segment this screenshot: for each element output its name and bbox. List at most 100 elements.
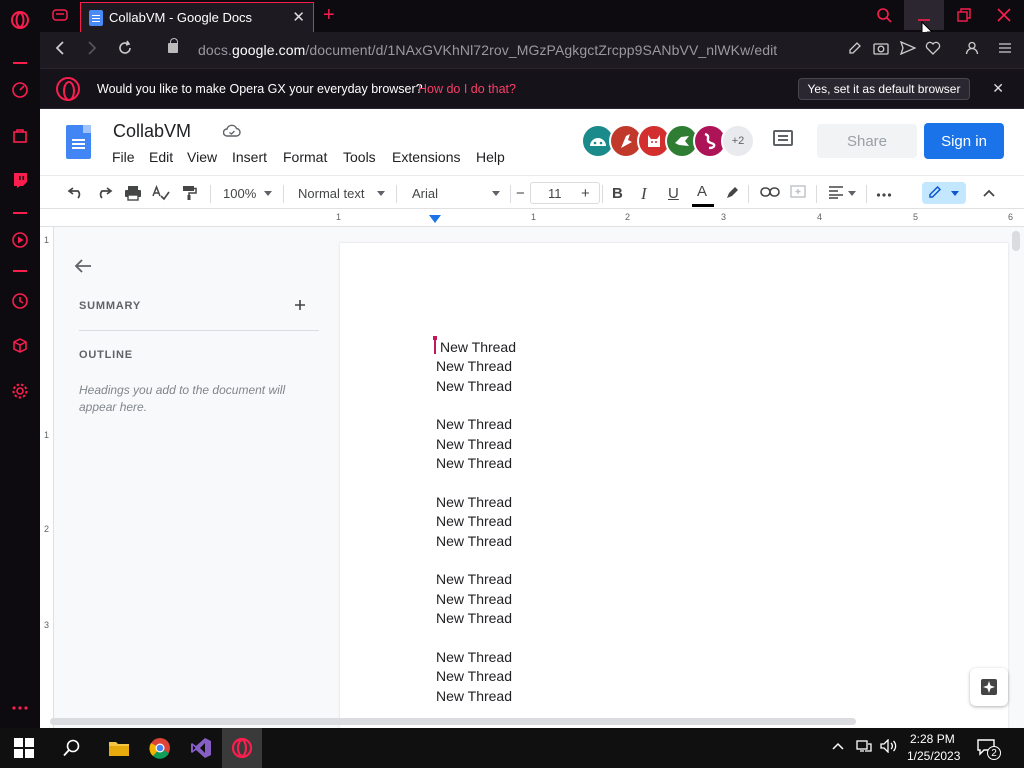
twitch-icon[interactable] bbox=[10, 170, 30, 190]
set-default-browser-button[interactable]: Yes, set it as default browser bbox=[798, 78, 970, 100]
zoom-select[interactable]: 100% bbox=[223, 186, 256, 201]
history-icon[interactable] bbox=[10, 291, 30, 311]
volume-icon[interactable] bbox=[880, 738, 898, 756]
redo-icon[interactable] bbox=[95, 185, 113, 203]
camera-icon[interactable] bbox=[873, 41, 889, 58]
font-size-value[interactable]: 11 bbox=[548, 186, 562, 201]
chrome-icon[interactable] bbox=[147, 735, 173, 761]
banner-help-link[interactable]: How do I do that? bbox=[418, 82, 516, 96]
share-button[interactable]: Share bbox=[817, 124, 917, 158]
more-options-icon[interactable] bbox=[10, 698, 30, 718]
undo-icon[interactable] bbox=[67, 185, 85, 203]
easy-setup-menu-icon[interactable] bbox=[998, 41, 1012, 58]
windows-start-icon[interactable] bbox=[11, 735, 37, 761]
document-title[interactable]: CollabVM bbox=[113, 121, 191, 142]
horizontal-ruler[interactable]: 1 1 2 3 4 5 6 bbox=[40, 210, 1024, 227]
search-icon[interactable] bbox=[59, 735, 85, 761]
menu-edit[interactable]: Edit bbox=[149, 149, 173, 165]
toolbar-divider bbox=[210, 185, 211, 203]
text-color-button[interactable]: A bbox=[697, 183, 707, 200]
clock-time[interactable]: 2:28 PM bbox=[910, 732, 955, 746]
print-icon[interactable] bbox=[124, 185, 142, 205]
back-button[interactable] bbox=[50, 40, 70, 60]
opera-gx-taskbar-icon[interactable] bbox=[229, 735, 255, 761]
document-line: New Thread bbox=[436, 668, 513, 684]
style-dropdown-icon[interactable] bbox=[377, 191, 385, 196]
sidebar-divider bbox=[13, 270, 27, 272]
tab-close-icon[interactable]: ✕ bbox=[292, 8, 305, 26]
spellcheck-icon[interactable] bbox=[152, 184, 170, 205]
search-tabs-icon[interactable] bbox=[864, 0, 904, 30]
bold-button[interactable]: B bbox=[612, 185, 623, 202]
outline-empty-hint: Headings you add to the document will ap… bbox=[79, 383, 286, 414]
reload-button[interactable] bbox=[115, 40, 135, 61]
menu-format[interactable]: Format bbox=[283, 149, 327, 165]
file-explorer-icon[interactable] bbox=[106, 735, 132, 761]
url-text[interactable]: docs.google.com/document/d/1NAxGVKhNl72r… bbox=[198, 42, 777, 58]
tab-island-icon[interactable] bbox=[52, 8, 68, 27]
vertical-scrollbar[interactable] bbox=[1012, 231, 1020, 251]
close-window-button[interactable] bbox=[984, 0, 1024, 30]
vertical-ruler[interactable]: 1 1 2 3 bbox=[40, 227, 54, 728]
visual-studio-icon[interactable] bbox=[188, 735, 214, 761]
clock-date[interactable]: 1/25/2023 bbox=[907, 749, 960, 763]
comment-history-icon[interactable] bbox=[773, 130, 793, 146]
forward-button[interactable] bbox=[82, 40, 102, 60]
restore-button[interactable] bbox=[944, 0, 984, 30]
decrease-font-size-button[interactable]: − bbox=[516, 185, 525, 202]
lock-icon[interactable] bbox=[168, 38, 178, 53]
outline-heading: OUTLINE bbox=[79, 349, 133, 361]
close-outline-arrow-icon[interactable] bbox=[74, 257, 92, 280]
add-comment-icon[interactable] bbox=[790, 185, 806, 205]
paragraph-style-select[interactable]: Normal text bbox=[298, 186, 364, 201]
more-collaborators-badge[interactable]: +2 bbox=[721, 124, 755, 158]
italic-button[interactable]: I bbox=[641, 184, 647, 204]
menu-file[interactable]: File bbox=[112, 149, 135, 165]
opera-logo-icon[interactable] bbox=[10, 10, 30, 30]
tab-collabvm[interactable]: CollabVM - Google Docs ✕ bbox=[80, 2, 314, 32]
new-tab-button[interactable]: + bbox=[323, 4, 335, 27]
font-family-select[interactable]: Arial bbox=[412, 186, 438, 201]
settings-gear-icon[interactable] bbox=[10, 381, 30, 401]
shopping-bag-icon[interactable] bbox=[10, 125, 30, 145]
tray-expand-chevron-icon[interactable] bbox=[832, 740, 844, 754]
menu-extensions[interactable]: Extensions bbox=[392, 149, 460, 165]
heart-icon[interactable] bbox=[925, 41, 941, 58]
menu-tools[interactable]: Tools bbox=[343, 149, 376, 165]
increase-font-size-button[interactable]: + bbox=[581, 185, 590, 202]
add-summary-button[interactable] bbox=[294, 295, 306, 316]
document-line: New Thread bbox=[436, 591, 513, 607]
google-docs-logo-icon[interactable] bbox=[66, 125, 91, 159]
horizontal-scrollbar[interactable] bbox=[50, 718, 856, 725]
document-page[interactable]: New Thread New Thread New Thread New Thr… bbox=[340, 243, 1008, 728]
sign-in-button[interactable]: Sign in bbox=[924, 123, 1004, 159]
menu-help[interactable]: Help bbox=[476, 149, 505, 165]
paint-format-icon[interactable] bbox=[181, 185, 197, 205]
account-icon[interactable] bbox=[965, 41, 979, 58]
menu-insert[interactable]: Insert bbox=[232, 149, 267, 165]
banner-close-icon[interactable]: ✕ bbox=[992, 80, 1004, 97]
ruler-label: 4 bbox=[817, 212, 823, 222]
extensions-cube-icon[interactable] bbox=[10, 336, 30, 356]
highlight-color-icon[interactable] bbox=[724, 185, 740, 205]
snapshot-edit-icon[interactable] bbox=[848, 41, 862, 58]
explore-sparkle-icon[interactable] bbox=[970, 668, 1008, 706]
indent-marker[interactable] bbox=[429, 215, 441, 223]
underline-button[interactable]: U bbox=[668, 185, 679, 202]
send-icon[interactable] bbox=[899, 40, 917, 58]
speed-limiter-icon[interactable] bbox=[10, 80, 30, 100]
font-dropdown-icon[interactable] bbox=[492, 191, 500, 196]
insert-link-icon[interactable] bbox=[760, 185, 780, 202]
hide-menus-chevron-up-icon[interactable] bbox=[982, 185, 996, 202]
align-left-icon[interactable] bbox=[828, 185, 844, 203]
zoom-dropdown-icon[interactable] bbox=[264, 191, 272, 196]
menu-view[interactable]: View bbox=[187, 149, 217, 165]
cloud-saved-icon[interactable] bbox=[222, 124, 241, 141]
google-docs-app: CollabVM File Edit View Insert Format To… bbox=[40, 109, 1024, 728]
vruler-label: 1 bbox=[44, 430, 50, 440]
more-tools-icon[interactable] bbox=[876, 185, 892, 202]
network-icon[interactable] bbox=[856, 739, 872, 756]
player-icon[interactable] bbox=[10, 230, 30, 250]
align-dropdown-icon[interactable] bbox=[848, 191, 856, 196]
banner-message: Would you like to make Opera GX your eve… bbox=[97, 82, 423, 96]
